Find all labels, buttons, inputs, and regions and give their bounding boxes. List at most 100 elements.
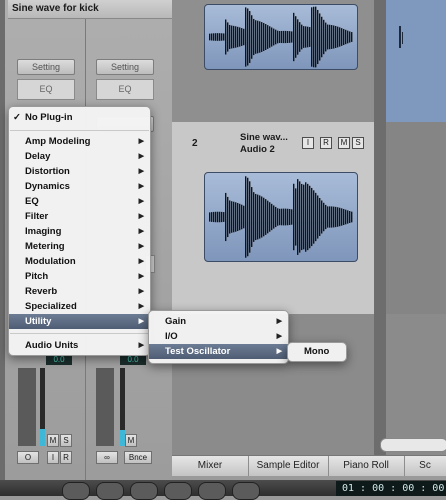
menu-item-distortion[interactable]: Distortion ▶: [9, 164, 150, 179]
menu-separator: [10, 333, 149, 334]
menu-item-label: Specialized: [25, 301, 77, 312]
menu-item-reverb[interactable]: Reverb ▶: [9, 284, 150, 299]
menu-item-eq[interactable]: EQ ▶: [9, 194, 150, 209]
menu-item-metering[interactable]: Metering ▶: [9, 239, 150, 254]
menu-item-label: Audio Units: [25, 340, 79, 351]
tab-score[interactable]: Sc: [404, 456, 446, 476]
menu-item-label: Utility: [25, 316, 52, 327]
solo-button-left[interactable]: S: [60, 434, 72, 447]
level-display-left: 0.0: [46, 355, 72, 365]
record-enable-button[interactable]: R: [320, 137, 332, 149]
submenu-arrow-icon: ▶: [138, 153, 144, 160]
menu-item-utility[interactable]: Utility ▶: [9, 314, 150, 329]
horizontal-scrollbar[interactable]: [380, 438, 446, 452]
link-icon[interactable]: ∞: [96, 451, 118, 464]
menu-item-label: Imaging: [25, 226, 62, 237]
submenu-item-gain[interactable]: Gain ▶: [149, 314, 288, 329]
menu-item-label: Modulation: [25, 256, 76, 267]
menu-item-filter[interactable]: Filter ▶: [9, 209, 150, 224]
tab-piano-roll[interactable]: Piano Roll: [328, 456, 405, 476]
menu-item-specialized[interactable]: Specialized ▶: [9, 299, 150, 314]
submenu-arrow-icon: ▶: [138, 342, 144, 349]
menu-item-dynamics[interactable]: Dynamics ▶: [9, 179, 150, 194]
submenu-arrow-icon: ▶: [138, 303, 144, 310]
fader-right[interactable]: [96, 368, 114, 446]
submenu-item-i-o[interactable]: I/O ▶: [149, 329, 288, 344]
lane-separator: [374, 0, 386, 455]
submenu-item-test-oscillator[interactable]: Test Oscillator ▶: [149, 344, 288, 359]
menu-item-label: Mono: [304, 346, 330, 357]
stop-button[interactable]: [130, 482, 158, 500]
menu-item-label: Distortion: [25, 166, 70, 177]
menu-item-label: EQ: [25, 196, 39, 207]
time-display: 01 : 00 : 00 : 00: [336, 481, 446, 496]
bounce-button[interactable]: Bnce: [124, 451, 152, 464]
submenu-item-mono[interactable]: Mono: [288, 344, 346, 359]
transport-bar: 01 : 00 : 00 : 00: [0, 480, 446, 500]
menu-item-label: Test Oscillator: [165, 346, 231, 357]
submenu-arrow-icon: ▶: [138, 318, 144, 325]
checkmark-icon: ✓: [13, 112, 21, 123]
waveform-1: [209, 6, 353, 68]
track-title[interactable]: Sine wav...: [240, 132, 288, 143]
menu-item-audio-units[interactable]: Audio Units ▶: [9, 338, 150, 353]
input-monitor-button[interactable]: I: [302, 137, 314, 149]
menu-item-label: No Plug-in: [25, 112, 73, 123]
submenu-arrow-icon: ▶: [138, 243, 144, 250]
menu-item-label: Metering: [25, 241, 65, 252]
play-button[interactable]: [164, 482, 192, 500]
submenu-arrow-icon: ▶: [276, 333, 282, 340]
submenu-arrow-icon: ▶: [138, 168, 144, 175]
setting-button-right[interactable]: Setting: [96, 59, 154, 75]
submenu-arrow-icon: ▶: [138, 198, 144, 205]
track-region-right[interactable]: [386, 0, 446, 122]
setting-button-left[interactable]: Setting: [17, 59, 75, 75]
tab-mixer[interactable]: Mixer: [172, 456, 249, 476]
waveform-3: [399, 26, 403, 48]
meter-level-left: [40, 428, 45, 446]
menu-item-label: Delay: [25, 151, 51, 162]
meter-left: [40, 368, 45, 446]
audio-region-1[interactable]: [204, 4, 358, 70]
input-monitor-button-left[interactable]: I: [47, 451, 59, 464]
menu-separator: [10, 130, 149, 131]
menu-item-no-plugin[interactable]: ✓ No Plug-in: [9, 110, 150, 125]
mute-button[interactable]: M: [338, 137, 350, 149]
plugin-menu: ✓ No Plug-in Amp Modeling ▶ Delay ▶ Distorti…: [8, 106, 151, 356]
menu-item-amp-modeling[interactable]: Amp Modeling ▶: [9, 134, 150, 149]
record-button-left[interactable]: R: [60, 451, 72, 464]
submenu-arrow-icon: ▶: [138, 273, 144, 280]
rewind-button[interactable]: [62, 482, 90, 500]
strip-name[interactable]: Sine wave for kick: [8, 0, 172, 19]
submenu-arrow-icon: ▶: [138, 288, 144, 295]
editor-tabs: Mixer Sample Editor Piano Roll Sc: [172, 455, 446, 476]
audio-region-2[interactable]: [204, 172, 358, 262]
track-lane-right: [386, 122, 446, 314]
waveform-2: [209, 176, 353, 258]
submenu-arrow-icon: ▶: [138, 258, 144, 265]
menu-item-label: Reverb: [25, 286, 58, 297]
eq-slot-right[interactable]: EQ: [96, 79, 154, 100]
menu-item-delay[interactable]: Delay ▶: [9, 149, 150, 164]
loop-button[interactable]: [232, 482, 260, 500]
submenu-arrow-icon: ▶: [138, 138, 144, 145]
menu-item-imaging[interactable]: Imaging ▶: [9, 224, 150, 239]
output-button-left[interactable]: O: [17, 451, 39, 464]
menu-item-modulation[interactable]: Modulation ▶: [9, 254, 150, 269]
menu-item-label: I/O: [165, 331, 178, 342]
solo-button[interactable]: S: [352, 137, 364, 149]
menu-item-label: Dynamics: [25, 181, 70, 192]
eq-slot-left[interactable]: EQ: [17, 79, 75, 100]
utility-submenu: Gain ▶ I/O ▶ Test Oscillator ▶: [148, 310, 289, 364]
tab-sample-editor[interactable]: Sample Editor: [248, 456, 329, 476]
mute-button-left[interactable]: M: [47, 434, 59, 447]
menu-item-label: Gain: [165, 316, 187, 327]
mute-button-right[interactable]: M: [125, 434, 137, 447]
mixer-edge: [0, 0, 5, 480]
menu-item-label: Filter: [25, 211, 49, 222]
forward-button[interactable]: [96, 482, 124, 500]
submenu-arrow-icon: ▶: [138, 228, 144, 235]
record-button[interactable]: [198, 482, 226, 500]
fader-left[interactable]: [18, 368, 36, 446]
menu-item-pitch[interactable]: Pitch ▶: [9, 269, 150, 284]
